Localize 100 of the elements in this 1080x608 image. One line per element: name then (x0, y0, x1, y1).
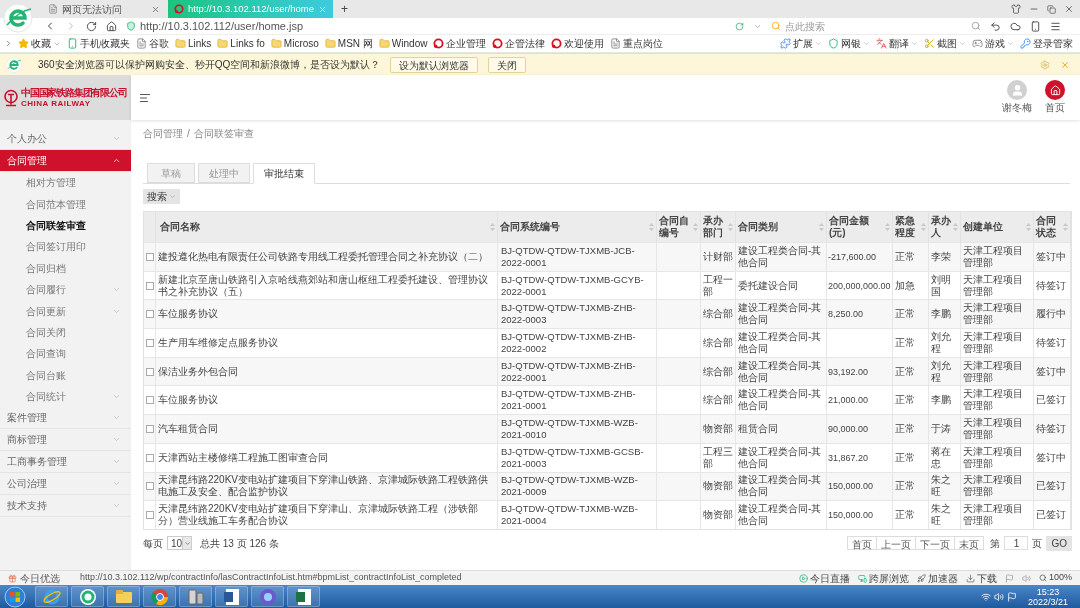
flag-icon[interactable] (1006, 591, 1017, 602)
bookmark-link[interactable]: 企业管理 (430, 36, 490, 51)
sidebar-subitem[interactable]: 合同签订用印 (0, 236, 131, 258)
row-checkbox[interactable] (145, 367, 154, 376)
close-icon[interactable] (151, 4, 160, 14)
sidebar-subitem[interactable]: 合同范本管理 (0, 193, 131, 215)
breadcrumb-link[interactable]: 合同联签审查 (193, 126, 254, 141)
clock-date[interactable]: 2022/3/21 (1027, 596, 1068, 607)
phone-icon[interactable] (1030, 20, 1041, 32)
sort-icon[interactable] (921, 223, 926, 231)
start-orb-icon[interactable] (4, 585, 26, 608)
go-button[interactable]: GO (1046, 535, 1072, 551)
home-icon[interactable] (106, 20, 117, 32)
row-checkbox[interactable] (145, 482, 154, 491)
bookmark-link[interactable]: 谷歌 (133, 36, 172, 51)
taskbar-button[interactable] (179, 586, 212, 607)
taskbar-button[interactable] (71, 586, 104, 607)
expand-icon[interactable] (4, 39, 13, 48)
sort-icon[interactable] (693, 223, 698, 231)
taskbar-button[interactable] (215, 586, 248, 607)
table-row[interactable]: 汽车租赁合同 BJ-QTDW-QTDW-TJXMB-WZB-2021-0010 物资部 租赁合同 90,000.00 正常 于涛 天津工程项目管理部 待签订 (144, 414, 1071, 443)
toolbar-button[interactable]: 翻译 (873, 36, 921, 51)
status-button[interactable]: 跨屏浏览 (857, 570, 909, 586)
sidebar-item[interactable]: 商标管理 (0, 429, 131, 452)
address-field[interactable]: http://10.3.102.112/user/home.jsp (126, 17, 726, 35)
restore-icon[interactable] (1047, 4, 1056, 14)
sort-icon[interactable] (490, 223, 495, 231)
breadcrumb-link[interactable]: 合同管理 (143, 126, 183, 141)
search-button[interactable]: 搜索 (143, 189, 180, 204)
bookmark-link[interactable]: Microso (267, 36, 322, 51)
home-button[interactable]: 首页 (1038, 80, 1072, 115)
search-icon[interactable] (971, 21, 981, 31)
menu-icon[interactable] (139, 91, 151, 104)
sort-icon[interactable] (1063, 223, 1068, 231)
toolbar-button[interactable]: 游戏 (969, 36, 1017, 51)
status-button[interactable]: 下载 (965, 570, 997, 586)
sort-icon[interactable] (1026, 223, 1031, 231)
reload-icon[interactable] (86, 20, 97, 32)
status-button[interactable]: 加速器 (916, 570, 958, 586)
sort-icon[interactable] (649, 223, 654, 231)
sidebar-subitem[interactable]: 相对方管理 (0, 172, 131, 194)
bookmark-link[interactable]: Links (172, 36, 215, 51)
new-tab-button[interactable]: + (335, 0, 355, 18)
sidebar-item[interactable]: 合同管理 (0, 150, 131, 172)
toolbar-button[interactable]: 截图 (921, 36, 969, 51)
close-icon[interactable] (1064, 4, 1074, 14)
clock-time[interactable]: 15:23 (1036, 586, 1060, 597)
bookmark-link[interactable]: 手机收藏夹 (64, 36, 133, 51)
sort-icon[interactable] (819, 223, 824, 231)
row-checkbox[interactable] (145, 424, 154, 433)
sidebar-item[interactable]: 案件管理 (0, 407, 131, 430)
toolbar-button[interactable]: 扩展 (777, 36, 825, 51)
bookmark-link[interactable]: MSN 网 (321, 36, 376, 51)
sidebar-item[interactable]: 技术支持 (0, 495, 131, 518)
bookmark-link[interactable]: 企管法律 (489, 36, 549, 51)
taskbar-button[interactable] (107, 586, 140, 607)
row-checkbox[interactable] (145, 310, 154, 319)
toolbar-button[interactable]: 网银 (825, 36, 873, 51)
taskbar-button[interactable] (143, 586, 176, 607)
page-button[interactable]: 首页 (847, 536, 878, 551)
user-button[interactable]: 谢冬梅 (1000, 80, 1034, 115)
menu-icon[interactable] (1050, 20, 1061, 32)
zoom-button[interactable]: 100% (1038, 571, 1072, 585)
bookmark-link[interactable]: 收藏 (15, 36, 64, 51)
sort-icon[interactable] (885, 223, 890, 231)
row-checkbox[interactable] (145, 338, 154, 347)
bookmark-link[interactable]: Links fo (214, 36, 268, 51)
sidebar-subitem[interactable]: 合同统计 (0, 385, 131, 408)
skin-icon[interactable] (1011, 4, 1021, 14)
sort-icon[interactable] (953, 223, 958, 231)
info-bar-button[interactable]: 设为默认浏览器 (390, 56, 479, 73)
sidebar-subitem[interactable]: 合同联签审查 (0, 214, 131, 237)
settings-icon[interactable] (1040, 59, 1050, 70)
sidebar-item[interactable]: 公司治理 (0, 473, 131, 496)
flag-icon[interactable] (1004, 573, 1014, 583)
refresh-icon[interactable] (735, 21, 744, 31)
sidebar-subitem[interactable]: 合同归档 (0, 257, 131, 279)
sidebar-subitem[interactable]: 合同台账 (0, 364, 131, 386)
close-icon[interactable] (1060, 59, 1070, 70)
bookmark-link[interactable]: 欢迎使用 (548, 36, 608, 51)
volume-icon[interactable] (993, 591, 1004, 602)
undo-icon[interactable] (990, 20, 1001, 32)
cloud-icon[interactable] (1010, 20, 1021, 32)
sidebar-subitem[interactable]: 合同关闭 (0, 321, 131, 344)
info-bar-button[interactable]: 关闭 (488, 56, 527, 73)
page-button[interactable]: 末页 (954, 536, 985, 551)
per-page-select[interactable]: 10 (167, 536, 192, 551)
status-text[interactable]: 今日优选 (20, 570, 60, 586)
row-checkbox[interactable] (145, 453, 154, 462)
network-icon[interactable] (980, 591, 991, 602)
taskbar-button[interactable] (287, 586, 320, 607)
bookmark-link[interactable]: Window (375, 36, 431, 51)
bookmark-link[interactable]: 重点岗位 (607, 36, 667, 51)
sidebar-subitem[interactable]: 合同履行 (0, 278, 131, 301)
sort-icon[interactable] (728, 223, 733, 231)
row-checkbox[interactable] (145, 252, 154, 261)
taskbar-button[interactable] (251, 586, 284, 607)
sidebar-subitem[interactable]: 合同查询 (0, 343, 131, 365)
page-input[interactable]: 1 (1004, 536, 1029, 551)
row-checkbox[interactable] (145, 281, 154, 290)
